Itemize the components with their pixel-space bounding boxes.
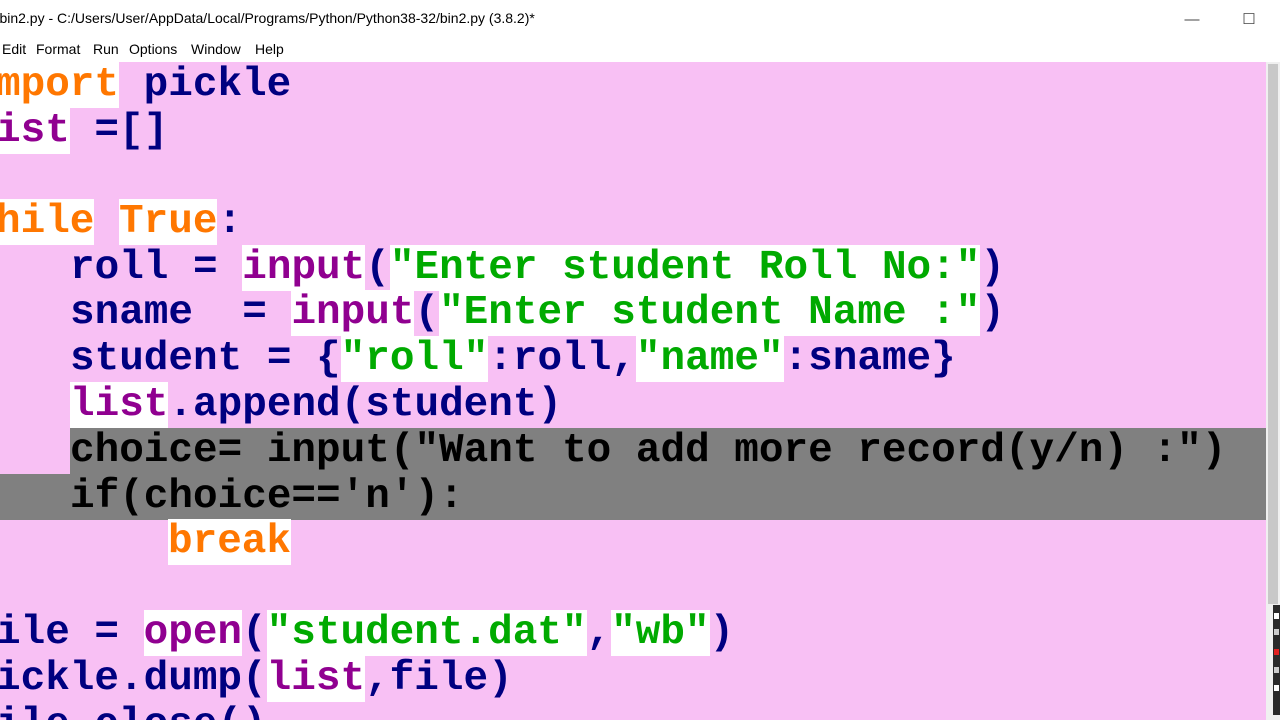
string-token: "wb" (611, 610, 710, 656)
menu-help[interactable]: Help (255, 41, 284, 57)
code-text: ,file) (365, 656, 513, 702)
code-line-2: ist =[] (0, 108, 168, 154)
code-line-14: ickle.dump(list,file) (0, 656, 513, 702)
code-text: ) (980, 245, 1005, 291)
code-text: student = { (70, 336, 341, 382)
string-token: "student.dat" (266, 610, 587, 656)
code-line-8: list.append(student) (70, 382, 562, 428)
code-text: ) (709, 610, 735, 656)
code-text: pickle (119, 62, 292, 108)
code-text: sname = (70, 290, 292, 336)
minimize-icon: — (1184, 10, 1200, 28)
menu-bar: Edit Format Run Options Window Help (0, 38, 1280, 62)
builtin-token: list (70, 382, 169, 428)
code-line-1: mport pickle (0, 62, 291, 108)
code-text: ) (980, 290, 1005, 336)
code-line-6: sname = input("Enter student Name :") (70, 290, 1005, 336)
scrollbar-thumb[interactable] (1268, 64, 1278, 604)
code-line-5: roll = input("Enter student Roll No:") (70, 245, 1005, 291)
builtin-token: ist (0, 108, 70, 154)
maximize-button[interactable]: ☐ (1232, 6, 1266, 32)
code-text: : (217, 199, 243, 245)
code-text: .append(student) (168, 382, 563, 428)
code-text: , (586, 610, 612, 656)
code-text: roll = (70, 245, 243, 291)
string-token: "name" (635, 336, 784, 382)
menu-window[interactable]: Window (191, 41, 241, 57)
code-line-11: break (168, 519, 292, 565)
menu-format[interactable]: Format (36, 41, 80, 57)
builtin-token: list (266, 656, 366, 702)
title-bar: *bin2.py - C:/Users/User/AppData/Local/P… (0, 0, 1280, 38)
code-line-13: ile = open("student.dat","wb") (0, 610, 734, 656)
code-text: :roll, (488, 336, 636, 382)
builtin-token: open (143, 610, 243, 656)
code-text: ( (414, 290, 440, 336)
keyword-token: break (168, 519, 292, 565)
string-token: "Enter student Roll No:" (389, 245, 981, 291)
string-token: "roll" (340, 336, 489, 382)
code-text: ( (242, 610, 267, 656)
code-editor[interactable]: mport pickle ist =[] hile True: roll = i… (0, 62, 1280, 720)
keyword-token: mport (0, 62, 120, 108)
code-text: =[] (69, 108, 169, 154)
menu-options[interactable]: Options (129, 41, 177, 57)
code-text: ( (365, 245, 390, 291)
keyword-token: True (119, 199, 218, 245)
window-title: *bin2.py - C:/Users/User/AppData/Local/P… (0, 10, 535, 26)
selected-code-text: choice= input("Want to add more record(y… (70, 428, 1227, 474)
selected-code-text: if(choice=='n'): (70, 474, 464, 520)
code-text: ile.close() (0, 702, 267, 720)
code-line-9: choice= input("Want to add more record(y… (70, 428, 1227, 474)
maximize-icon: ☐ (1242, 11, 1256, 28)
code-line-4: hile True: (0, 199, 242, 245)
string-token: "Enter student Name :" (439, 290, 981, 336)
keyword-token: hile (0, 199, 95, 245)
code-text: :sname} (783, 336, 956, 382)
overlay-widget (1273, 605, 1280, 715)
code-text: ickle.dump( (0, 656, 267, 702)
code-line-15: ile.close() (0, 702, 267, 720)
minimize-button[interactable]: — (1175, 6, 1209, 32)
code-line-10: if(choice=='n'): (70, 474, 464, 520)
code-line-7: student = {"roll":roll,"name":sname} (70, 336, 956, 382)
code-text: ile = (0, 610, 144, 656)
menu-edit[interactable]: Edit (2, 41, 26, 57)
menu-run[interactable]: Run (93, 41, 119, 57)
builtin-token: input (242, 245, 366, 291)
builtin-token: input (291, 290, 415, 336)
